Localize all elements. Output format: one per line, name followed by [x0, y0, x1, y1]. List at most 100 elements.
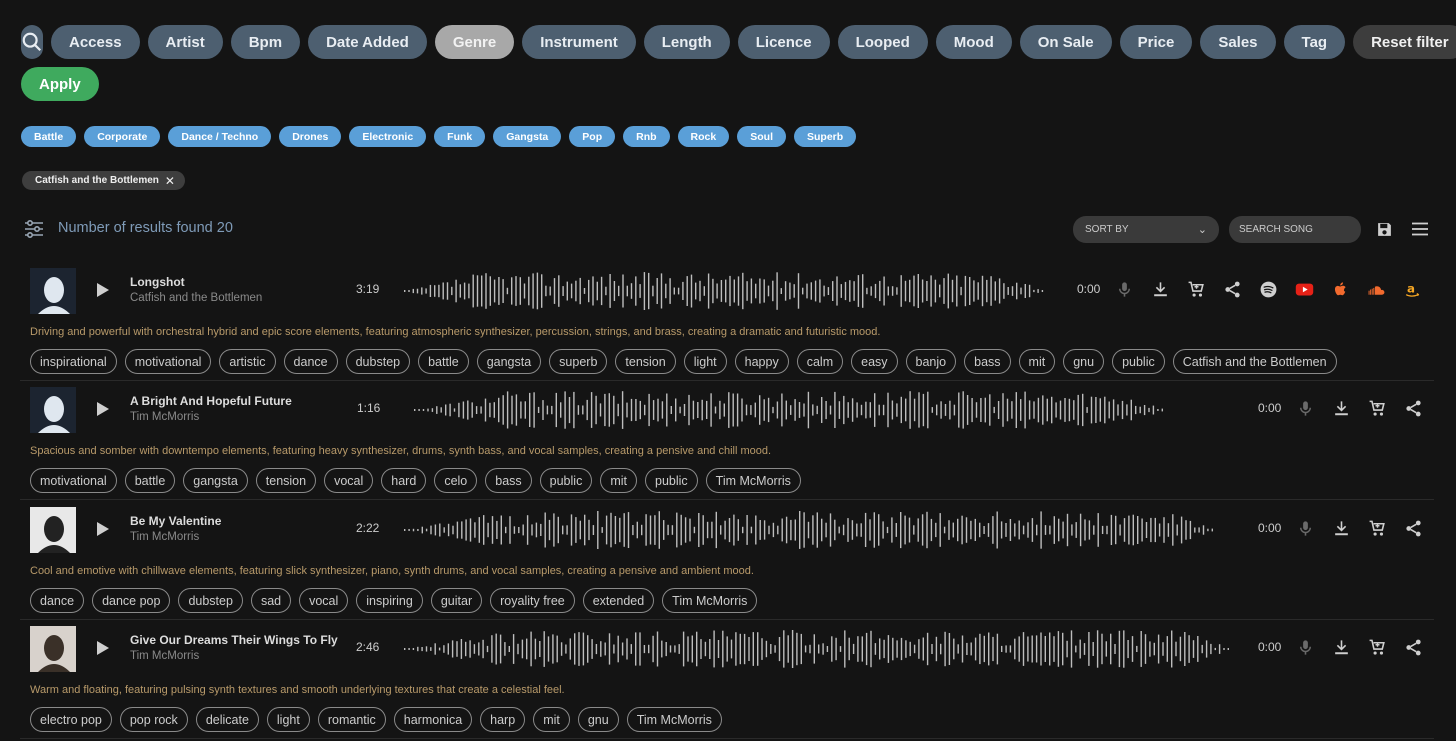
mic-icon[interactable]	[1115, 280, 1134, 299]
tag-chip[interactable]: inspiring	[356, 588, 423, 613]
amazon-icon[interactable]: a	[1403, 280, 1422, 299]
waveform[interactable]	[414, 389, 1166, 431]
filter-looped[interactable]: Looped	[837, 25, 928, 59]
track-title[interactable]: A Bright And Hopeful Future	[130, 394, 292, 408]
filter-access[interactable]: Access	[51, 25, 140, 59]
tag-chip[interactable]: vocal	[299, 588, 349, 613]
apply-button[interactable]: Apply	[21, 67, 99, 101]
share-icon[interactable]	[1404, 399, 1423, 418]
filter-length[interactable]: Length	[643, 25, 730, 59]
tag-chip[interactable]: motivational	[124, 349, 212, 374]
tag-chip[interactable]: gnu	[1063, 349, 1105, 374]
tag-chip[interactable]: easy	[851, 349, 898, 374]
filter-artist[interactable]: Artist	[147, 25, 223, 59]
tag-chip[interactable]: public	[1112, 349, 1165, 374]
tag-chip[interactable]: vocal	[324, 468, 374, 493]
filter-licence[interactable]: Licence	[737, 25, 830, 59]
spotify-icon[interactable]	[1259, 280, 1278, 299]
genre-chip[interactable]: Rock	[677, 126, 730, 147]
genre-chip[interactable]: Battle	[21, 126, 77, 147]
tag-chip[interactable]: battle	[124, 468, 176, 493]
sort-select[interactable]: SORT BY ⌄	[1073, 216, 1219, 243]
album-cover[interactable]	[30, 507, 76, 553]
download-icon[interactable]	[1151, 280, 1170, 299]
track-title[interactable]: Be My Valentine	[130, 514, 221, 528]
share-icon[interactable]	[1223, 280, 1242, 299]
tag-chip[interactable]: Tim McMorris	[662, 588, 758, 613]
genre-chip[interactable]: Soul	[737, 126, 786, 147]
tag-chip[interactable]: Catfish and the Bottlemen	[1172, 349, 1337, 374]
waveform[interactable]	[404, 628, 1232, 670]
genre-chip[interactable]: Pop	[569, 126, 616, 147]
waveform[interactable]	[404, 509, 1216, 551]
mic-icon[interactable]	[1296, 399, 1315, 418]
album-cover[interactable]	[30, 626, 76, 672]
tag-chip[interactable]: light	[266, 707, 310, 732]
tag-chip[interactable]: mit	[1018, 349, 1056, 374]
album-cover[interactable]	[30, 387, 76, 433]
genre-chip[interactable]: Gangsta	[493, 126, 562, 147]
tag-chip[interactable]: dance	[283, 349, 338, 374]
save-icon[interactable]	[1376, 221, 1393, 238]
tag-chip[interactable]: dance pop	[92, 588, 171, 613]
tag-chip[interactable]: banjo	[905, 349, 957, 374]
share-icon[interactable]	[1404, 519, 1423, 538]
tag-chip[interactable]: tension	[615, 349, 676, 374]
filter-date-added[interactable]: Date Added	[308, 25, 427, 59]
genre-chip[interactable]: Dance / Techno	[168, 126, 272, 147]
download-icon[interactable]	[1332, 399, 1351, 418]
play-button[interactable]	[96, 521, 110, 537]
tag-chip[interactable]: superb	[549, 349, 608, 374]
tag-chip[interactable]: pop rock	[119, 707, 188, 732]
track-artist[interactable]: Tim McMorris	[130, 650, 338, 662]
tag-chip[interactable]: electro pop	[30, 707, 112, 732]
tag-chip[interactable]: light	[683, 349, 727, 374]
genre-chip[interactable]: Drones	[279, 126, 342, 147]
cart-icon[interactable]	[1368, 399, 1387, 418]
filter-instrument[interactable]: Instrument	[522, 25, 636, 59]
tag-chip[interactable]: dance	[30, 588, 85, 613]
filter-sales[interactable]: Sales	[1200, 25, 1276, 59]
tag-chip[interactable]: inspirational	[30, 349, 117, 374]
cart-icon[interactable]	[1187, 280, 1206, 299]
tag-chip[interactable]: tension	[255, 468, 317, 493]
waveform[interactable]	[404, 270, 1046, 312]
filter-price[interactable]: Price	[1119, 25, 1193, 59]
share-icon[interactable]	[1404, 638, 1423, 657]
apple-icon[interactable]	[1331, 280, 1350, 299]
mic-icon[interactable]	[1296, 638, 1315, 657]
tag-chip[interactable]: gnu	[577, 707, 619, 732]
tag-chip[interactable]: guitar	[430, 588, 483, 613]
filter-on-sale[interactable]: On Sale	[1019, 25, 1112, 59]
filter-tag[interactable]: Tag	[1283, 25, 1346, 59]
filter-mood[interactable]: Mood	[935, 25, 1012, 59]
tag-chip[interactable]: harp	[480, 707, 526, 732]
tag-chip[interactable]: Tim McMorris	[626, 707, 722, 732]
play-button[interactable]	[96, 401, 110, 417]
tag-chip[interactable]: extended	[582, 588, 655, 613]
mic-icon[interactable]	[1296, 519, 1315, 538]
track-artist[interactable]: Tim McMorris	[130, 531, 221, 543]
remove-filter-icon[interactable]: ✕	[165, 174, 175, 188]
tag-chip[interactable]: public	[539, 468, 593, 493]
filter-bpm[interactable]: Bpm	[230, 25, 301, 59]
search-button[interactable]	[21, 25, 43, 59]
track-artist[interactable]: Catfish and the Bottlemen	[130, 292, 262, 304]
tag-chip[interactable]: Tim McMorris	[705, 468, 801, 493]
youtube-icon[interactable]	[1295, 280, 1314, 299]
tag-chip[interactable]: happy	[734, 349, 789, 374]
tag-chip[interactable]: sad	[250, 588, 292, 613]
menu-icon[interactable]	[1412, 222, 1428, 236]
play-button[interactable]	[96, 282, 110, 298]
tag-chip[interactable]: mit	[600, 468, 637, 493]
tag-chip[interactable]: battle	[418, 349, 469, 374]
tag-chip[interactable]: motivational	[30, 468, 117, 493]
genre-chip[interactable]: Superb	[793, 126, 857, 147]
reset-filter-button[interactable]: Reset filter	[1353, 25, 1456, 59]
tag-chip[interactable]: delicate	[195, 707, 259, 732]
tag-chip[interactable]: dubstep	[345, 349, 411, 374]
genre-chip[interactable]: Corporate	[84, 126, 161, 147]
download-icon[interactable]	[1332, 519, 1351, 538]
tag-chip[interactable]: hard	[381, 468, 427, 493]
play-button[interactable]	[96, 640, 110, 656]
